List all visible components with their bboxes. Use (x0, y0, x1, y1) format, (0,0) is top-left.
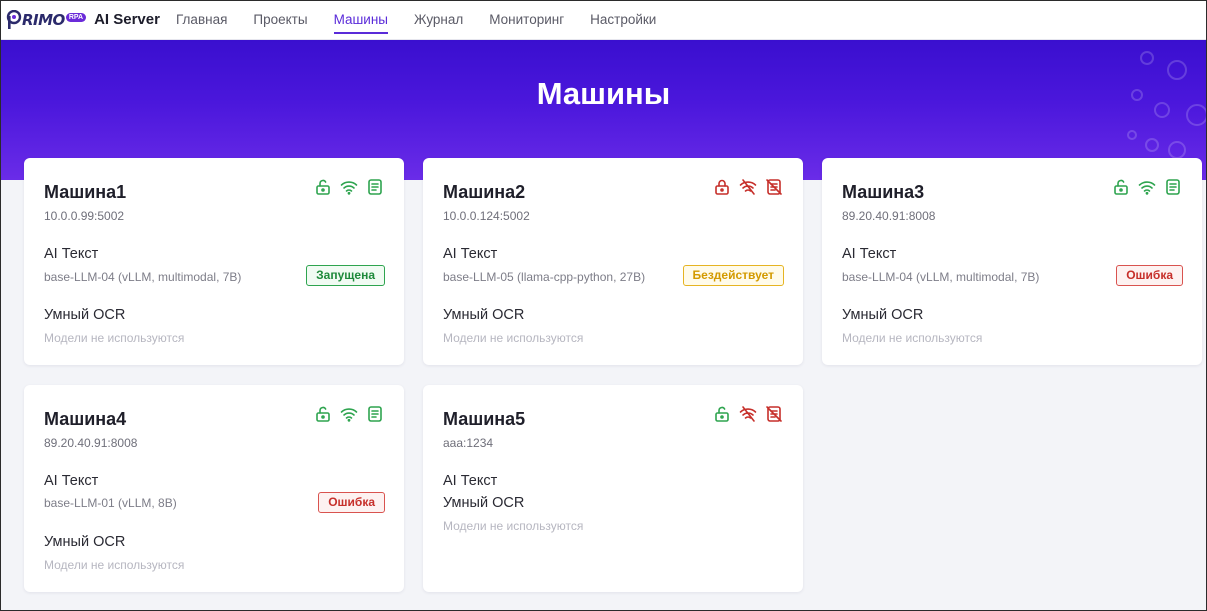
wifi-off-icon (739, 178, 757, 196)
machine-name: Машина4 (44, 409, 127, 429)
logo-rpa-badge: RPA (65, 13, 87, 22)
machine-status-icons (713, 405, 783, 423)
machine-card[interactable]: Машина3 89.20.40.91:8008 AI Текст base-L… (822, 158, 1202, 365)
machine-address: 89.20.40.91:8008 (842, 209, 936, 223)
ocr-label: Умный OCR (443, 495, 525, 511)
top-navbar: RIMO RPA AI Server Главная Проекты Машин… (0, 0, 1207, 40)
ocr-label: Умный OCR (44, 534, 126, 550)
lock-open-icon (314, 405, 332, 423)
machine-card[interactable]: Машина2 10.0.0.124:5002 AI Текст base-LL… (423, 158, 803, 365)
lock-open-icon (1112, 178, 1130, 196)
ai-text-label: AI Текст (44, 473, 99, 489)
ocr-label: Умный OCR (44, 307, 126, 323)
status-badge: Ошибка (1116, 265, 1183, 286)
status-badge: Ошибка (318, 492, 385, 513)
lock-open-icon (314, 178, 332, 196)
document-icon (1164, 178, 1182, 196)
document-off-icon (765, 405, 783, 423)
ocr-empty-text: Модели не используются (443, 519, 584, 533)
machine-name: Машина2 (443, 182, 526, 202)
logo-wordmark: RIMO (22, 10, 65, 29)
ai-text-label: AI Текст (842, 246, 897, 262)
status-badge: Бездействует (682, 265, 784, 286)
nav-monitoring[interactable]: Мониторинг (489, 0, 564, 40)
lock-icon (713, 178, 731, 196)
primo-logo-icon (6, 9, 22, 29)
machine-address: aaa:1234 (443, 436, 494, 450)
ocr-empty-text: Модели не используются (842, 331, 983, 345)
ai-text-model: base-LLM-04 (vLLM, multimodal, 7B) (842, 270, 1040, 284)
machine-card[interactable]: Машина4 89.20.40.91:8008 AI Текст base-L… (24, 385, 404, 592)
main-nav: Главная Проекты Машины Журнал Мониторинг… (176, 0, 682, 40)
machine-name: Машина1 (44, 182, 127, 202)
machine-address: 10.0.0.124:5002 (443, 209, 530, 223)
machine-status-icons (314, 405, 384, 423)
nav-machines[interactable]: Машины (333, 0, 389, 40)
page-title: Машины (536, 76, 671, 111)
wifi-icon (1138, 178, 1156, 196)
document-icon (366, 178, 384, 196)
status-badge: Запущена (306, 265, 385, 286)
machine-card[interactable]: Машина1 10.0.0.99:5002 AI Текст base-LLM… (24, 158, 404, 365)
ai-text-label: AI Текст (44, 246, 99, 262)
wifi-icon (340, 178, 358, 196)
wifi-icon (340, 405, 358, 423)
nav-home[interactable]: Главная (176, 0, 227, 40)
nav-journal[interactable]: Журнал (414, 0, 463, 40)
machine-name: Машина3 (842, 182, 925, 202)
machine-status-icons (1112, 178, 1182, 196)
ai-text-label: AI Текст (443, 246, 498, 262)
machine-card[interactable]: Машина5 aaa:1234 AI Текст Умный OCR Моде… (423, 385, 803, 592)
app-logo[interactable]: RIMO RPA AI Server (6, 9, 176, 30)
ocr-label: Умный OCR (443, 307, 525, 323)
ocr-empty-text: Модели не используются (44, 331, 185, 345)
document-icon (366, 405, 384, 423)
ai-text-label: AI Текст (443, 473, 498, 489)
document-off-icon (765, 178, 783, 196)
ai-text-model: base-LLM-04 (vLLM, multimodal, 7B) (44, 270, 242, 284)
machine-address: 10.0.0.99:5002 (44, 209, 125, 223)
machine-name: Машина5 (443, 409, 526, 429)
nav-settings[interactable]: Настройки (590, 0, 656, 40)
ai-text-model: base-LLM-05 (llama-cpp-python, 27B) (443, 270, 646, 284)
app-title: AI Server (94, 11, 160, 28)
ocr-empty-text: Модели не используются (44, 558, 185, 572)
nav-projects[interactable]: Проекты (253, 0, 307, 40)
ai-text-model: base-LLM-01 (vLLM, 8B) (44, 496, 177, 510)
lock-open-icon (713, 405, 731, 423)
machine-status-icons (314, 178, 384, 196)
ocr-label: Умный OCR (842, 307, 924, 323)
wifi-off-icon (739, 405, 757, 423)
ocr-empty-text: Модели не используются (443, 331, 584, 345)
machine-status-icons (713, 178, 783, 196)
machine-address: 89.20.40.91:8008 (44, 436, 138, 450)
